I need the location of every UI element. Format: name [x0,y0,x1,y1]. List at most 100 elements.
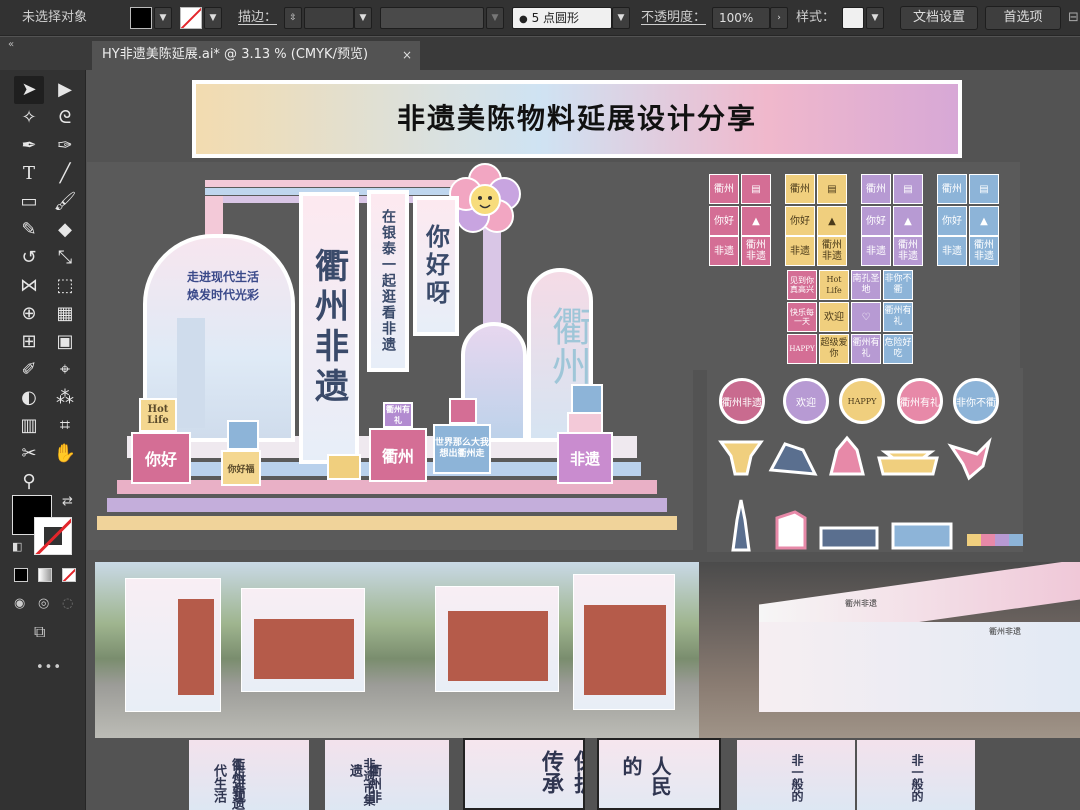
sticker-d-3: 你好 [937,206,967,236]
stroke-color-box[interactable] [34,517,72,555]
grid-sticker-4: 非你不衢 [883,270,913,300]
draw-normal-icon[interactable]: ◉ [14,596,25,611]
type-tool-icon[interactable]: T [14,160,44,188]
arch-slogan-1: 走进现代生活 [186,270,259,284]
cube-tiny [327,454,361,480]
none-mode-icon[interactable] [62,568,76,582]
scale-tool-icon[interactable]: ⤡ [50,244,80,272]
zoom-tool-icon[interactable]: ⚲ [14,468,44,496]
gradient-tool-icon[interactable]: ▣ [50,328,80,356]
brush-definition[interactable]: ● 5 点圆形 [512,7,612,29]
stroke-weight-stepper[interactable]: ⇳ [284,7,302,29]
brush-dropdown[interactable]: ▼ [612,7,630,29]
stroke-dropdown[interactable]: ▼ [204,7,222,29]
style-dropdown[interactable]: ▼ [866,7,884,29]
edit-toolbar-icon[interactable]: ••• [36,660,62,675]
sticker-d-1: 衢州 [937,174,967,204]
sticker-b-1: 衢州 [785,174,815,204]
shape-builder-tool-icon[interactable]: ⊕ [14,300,44,328]
sticker-a-5: 非遗 [709,236,739,266]
default-colors-icon[interactable]: ◧ [12,540,22,553]
variable-width-profile[interactable] [380,7,484,29]
gradient-mode-icon[interactable] [38,568,52,582]
rotate-tool-icon[interactable]: ↺ [14,244,44,272]
pen-tool-icon[interactable]: ✒ [14,132,44,160]
eraser-tool-icon[interactable]: ◆ [50,216,80,244]
canvas-area[interactable]: 非遗美陈物料延展设计分享 走进现代生活 焕发时代光彩 衢州非遗 在银泰一起逛看非… [87,70,1080,810]
stripe-2 [981,534,995,546]
hall-icon [891,522,953,550]
floor-step-4 [97,516,677,530]
grid-sticker-6: 欢迎 [819,302,849,332]
stripe-1 [967,534,981,546]
artboard-tool-icon[interactable]: ⌗ [50,412,80,440]
opacity-field[interactable]: 100% [712,7,770,29]
stroke-weight-field[interactable] [304,7,354,29]
rider-icon [768,442,818,476]
cube-happy [449,398,477,424]
sticker-a-1: 衢州 [709,174,739,204]
artboard-stage: 走进现代生活 焕发时代光彩 衢州非遗 在银泰一起逛看非遗 你好呀 衢州 你好 H… [87,162,693,550]
shaper-tool-icon[interactable]: ✎ [14,216,44,244]
sticker-b-5: 非遗 [785,236,815,266]
landmark-icons [718,435,1023,552]
grid-sticker-8: 衢州有礼 [883,302,913,332]
width-tool-icon[interactable]: ⋈ [14,272,44,300]
sticker-a-3: 你好 [709,206,739,236]
color-mode-icon[interactable] [14,568,28,582]
stroke-weight-dropdown[interactable]: ▼ [354,7,372,29]
fill-swatch[interactable] [130,7,152,29]
swap-colors-icon[interactable]: ⇄ [62,494,73,509]
flower-badge-3: HAPPY [839,378,885,424]
grid-sticker-9: HAPPY [787,334,817,364]
document-setup-button[interactable]: 文档设置 [900,6,978,30]
grid-sticker-2: Hot Life [819,270,849,300]
magic-wand-tool-icon[interactable]: ✧ [14,104,44,132]
selection-tool-icon[interactable]: ➤ [14,76,44,104]
display-panel-1 [125,578,221,712]
opacity-arrow[interactable]: › [770,7,788,29]
document-tab[interactable]: HY非遗美陈延展.ai* @ 3.13 % (CMYK/预览) × [92,41,420,70]
rectangle-tool-icon[interactable]: ▭ [14,188,44,216]
style-label: 样式： [796,10,836,25]
draw-inside-icon[interactable]: ◌ [62,596,73,611]
stall-header-1: 衢州非遗 [845,599,877,608]
screen-mode-icon[interactable]: ⧉ [34,622,45,642]
arch-slogan-2: 焕发时代光彩 [186,288,259,302]
blend-tool-icon[interactable]: ◐ [14,384,44,412]
profile-dropdown[interactable]: ▼ [486,7,504,29]
symbol-sprayer-tool-icon[interactable]: ⁂ [50,384,80,412]
grid-sticker-heart: ♡ [851,302,881,332]
poster-6: 非一般的 [857,740,975,810]
flower-badge-4: 衢州有礼 [897,378,943,424]
style-swatch[interactable] [842,7,864,29]
stroke-swatch[interactable] [180,7,202,29]
sticker-a-4: ▲ [741,206,771,236]
free-transform-tool-icon[interactable]: ⬚ [50,272,80,300]
paintbrush-tool-icon[interactable]: 🖌 [50,188,80,216]
slice-tool-icon[interactable]: ✂ [14,440,44,468]
column-graph-tool-icon[interactable]: ▥ [14,412,44,440]
cube-hotlife: Hot Life [139,398,177,432]
hand-tool-icon[interactable]: ✋ [50,440,80,468]
curvature-tool-icon[interactable]: ✑ [50,132,80,160]
eyedropper-tool-icon[interactable]: ✐ [14,356,44,384]
lasso-tool-icon[interactable]: ᘓ [50,104,80,132]
poster-2: 非遗市集 衢州非遗 [325,740,449,810]
draw-behind-icon[interactable]: ◎ [38,596,49,611]
perspective-grid-tool-icon[interactable]: ▦ [50,300,80,328]
measure-tool-icon[interactable]: ⌖ [50,356,80,384]
fill-dropdown[interactable]: ▼ [154,7,172,29]
photo-market-stalls: 衢州非遗 衢州非遗 [699,562,1080,738]
direct-selection-tool-icon[interactable]: ▶ [50,76,80,104]
poster-4-text: 人民的 [619,756,672,796]
line-tool-icon[interactable]: ╱ [50,160,80,188]
poster-5-text: 非一般的 [790,754,804,802]
preferences-button[interactable]: 首选项 [985,6,1061,30]
collapse-panel-icon[interactable]: « [8,39,14,50]
poster-3: 保护传承 [463,738,585,810]
mesh-tool-icon[interactable]: ⊞ [14,328,44,356]
panel-menu-icon[interactable]: ⊟ [1068,6,1079,30]
cube-pink-small [567,412,603,434]
close-tab-icon[interactable]: × [402,41,412,69]
